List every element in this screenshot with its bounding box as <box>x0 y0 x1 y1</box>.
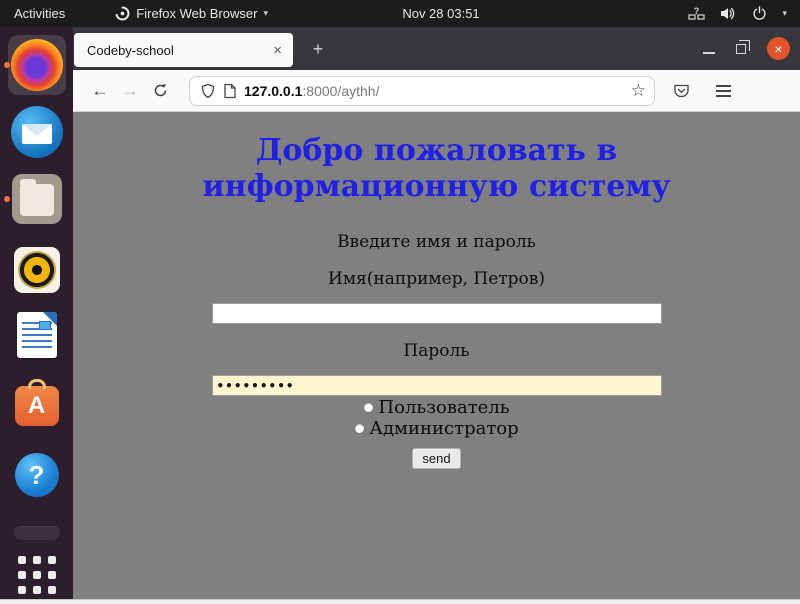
tab-bar: Codeby-school × + × <box>73 27 800 70</box>
radio-option-admin[interactable]: Администратор <box>73 419 800 438</box>
top-bar: Activities Firefox Web Browser ▾ Nov 28 … <box>0 0 800 27</box>
password-label: Пароль <box>73 341 800 361</box>
dock-item-help[interactable]: ? <box>0 448 73 502</box>
web-page-content: Добро пожаловать винформационную систему… <box>73 112 800 598</box>
chevron-down-icon: ▾ <box>263 8 268 19</box>
pocket-save-button[interactable] <box>666 76 696 106</box>
intro-text: Введите имя и пароль <box>73 232 800 252</box>
window-controls: × <box>703 27 790 70</box>
bookmark-star-icon[interactable]: ☆ <box>631 81 646 101</box>
network-question-icon: ? <box>688 6 705 21</box>
ubuntu-software-icon: A <box>15 386 59 426</box>
admin-radio[interactable] <box>354 423 365 434</box>
dock-item-dark-slot[interactable] <box>0 518 73 548</box>
page-info-icon[interactable] <box>223 83 237 99</box>
hamburger-icon <box>716 85 731 97</box>
password-input[interactable] <box>212 375 662 396</box>
running-indicator-dot <box>4 62 10 68</box>
reload-icon <box>153 83 168 98</box>
reload-button[interactable] <box>145 76 175 106</box>
app-menu-label: Firefox Web Browser <box>136 6 257 21</box>
back-button[interactable]: ← <box>85 76 115 106</box>
dock-item-rhythmbox[interactable] <box>0 243 73 297</box>
dock: A ? <box>0 27 73 599</box>
restore-button[interactable] <box>736 44 746 54</box>
files-icon <box>12 174 62 224</box>
tab-codeby-school[interactable]: Codeby-school × <box>74 33 293 67</box>
svg-text:?: ? <box>694 6 700 16</box>
rhythmbox-icon <box>14 247 60 293</box>
app-menu-button[interactable]: Firefox Web Browser ▾ <box>101 0 282 27</box>
url-text: 127.0.0.1:8000/aythh/ <box>244 83 624 99</box>
admin-radio-label: Администратор <box>369 419 518 438</box>
tab-close-icon[interactable]: × <box>271 42 284 59</box>
tab-title: Codeby-school <box>87 43 271 58</box>
url-path: :8000/aythh/ <box>302 83 379 99</box>
clock[interactable]: Nov 28 03:51 <box>402 0 479 27</box>
libreoffice-writer-icon <box>17 312 57 358</box>
bottom-edge-strip <box>0 599 800 604</box>
dock-item-files[interactable] <box>0 172 73 226</box>
show-applications-button[interactable] <box>0 548 73 602</box>
thunderbird-icon <box>11 106 63 158</box>
shield-icon[interactable] <box>200 83 216 99</box>
new-tab-button[interactable]: + <box>305 36 331 62</box>
dark-slot-icon <box>14 526 60 540</box>
page-title: Добро пожаловать винформационную систему <box>73 133 800 205</box>
system-status-area[interactable]: ? ▾ <box>675 0 800 27</box>
menu-button[interactable] <box>708 76 738 106</box>
power-icon <box>752 6 767 21</box>
dock-item-firefox[interactable] <box>0 38 73 92</box>
radio-option-user[interactable]: Пользователь <box>73 398 800 417</box>
minimize-button[interactable] <box>703 52 715 54</box>
navigation-toolbar: ← → 127.0.0.1:8000/aythh/ ☆ <box>73 70 800 112</box>
firefox-icon <box>11 39 63 91</box>
forward-button[interactable]: → <box>115 76 145 106</box>
dock-item-libreoffice-writer[interactable] <box>0 308 73 362</box>
screen: Activities Firefox Web Browser ▾ Nov 28 … <box>0 0 800 604</box>
url-bar[interactable]: 127.0.0.1:8000/aythh/ ☆ <box>189 76 655 106</box>
name-label: Имя(например, Петров) <box>73 269 800 289</box>
dock-item-ubuntu-software[interactable]: A <box>0 376 73 430</box>
running-indicator-dot <box>4 196 10 202</box>
app-grid-icon <box>18 556 56 594</box>
chevron-down-icon: ▾ <box>782 8 787 19</box>
volume-icon <box>720 6 737 21</box>
firefox-menu-icon <box>115 6 130 21</box>
close-window-button[interactable]: × <box>767 37 790 60</box>
browser-window: Codeby-school × + × ← → <box>73 27 800 599</box>
name-input[interactable] <box>212 303 662 324</box>
help-icon: ? <box>15 453 59 497</box>
activities-button[interactable]: Activities <box>0 0 79 27</box>
send-button[interactable]: send <box>412 448 460 469</box>
pocket-icon <box>673 83 690 99</box>
dock-item-thunderbird[interactable] <box>0 105 73 159</box>
user-radio[interactable] <box>363 402 374 413</box>
user-radio-label: Пользователь <box>378 398 509 417</box>
url-host: 127.0.0.1 <box>244 83 302 99</box>
